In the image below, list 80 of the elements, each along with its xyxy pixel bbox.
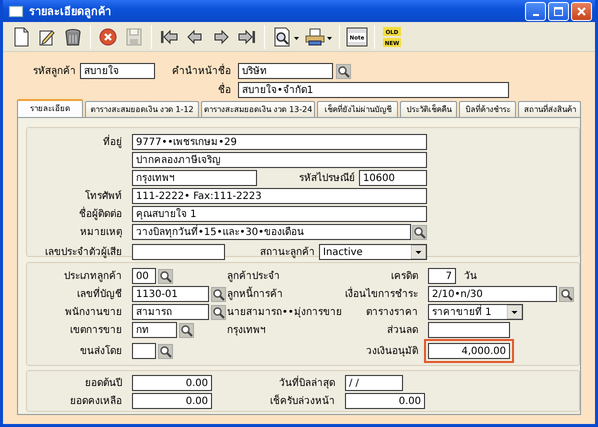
date-field[interactable]: / /	[345, 375, 403, 391]
field-label: ชื่อผู้ติดต่อ	[78, 208, 122, 220]
maximize-icon	[553, 6, 564, 16]
field-label: หมายเหตุ	[79, 226, 122, 238]
code-field[interactable]	[132, 343, 156, 359]
field-label: เขตการขาย	[69, 324, 122, 336]
tab[interactable]: บิลที่ค้างชำระ	[459, 101, 516, 117]
payment-terms-field[interactable]: 2/10•n/30	[428, 286, 557, 302]
search-icon[interactable]	[211, 286, 226, 302]
minimize-button[interactable]	[525, 2, 546, 20]
field-label: เลขประจำตัวผู้เสีย	[44, 246, 122, 258]
contact-field[interactable]: คุณสบายใจ 1	[132, 206, 427, 222]
prefix-field[interactable]: บริษัท	[238, 63, 333, 79]
credit-field[interactable]: 7	[428, 268, 456, 284]
field-label: วันที่บิลล่าสุด	[278, 376, 335, 390]
search-icon[interactable]	[158, 268, 173, 284]
tab[interactable]: ตารางสะสมยอดเงิน งวด 1-12	[85, 101, 199, 117]
tab[interactable]: สถานที่ส่งสินค้า	[518, 101, 582, 117]
tab[interactable]: ประวัติเช็คคืน	[400, 101, 458, 117]
printer-icon[interactable]	[304, 26, 326, 48]
cancel-icon[interactable]	[97, 26, 119, 48]
address-field[interactable]: กรุงเทพฯ	[132, 170, 257, 186]
search-icon[interactable]	[158, 344, 173, 358]
dropdown-arrow-icon[interactable]	[507, 305, 522, 319]
name-field[interactable]: สบายใจ•จำกัด1	[238, 82, 509, 98]
field-label: ชื่อ	[217, 84, 231, 96]
price-table-dropdown[interactable]: ราคาขายที่ 1	[428, 304, 523, 320]
discount-field[interactable]	[428, 322, 510, 338]
field-label: ส่วนลด	[386, 324, 418, 336]
search-icon[interactable]	[336, 64, 351, 78]
description-text: ลูกหนี้การค้า	[227, 288, 284, 300]
customer-code-field[interactable]: สบายใจ	[80, 63, 155, 79]
opening-balance-field[interactable]: 0.00	[132, 375, 212, 391]
field-label: รหัสไปรษณีย์	[298, 172, 355, 184]
code-field[interactable]: กท	[132, 322, 177, 338]
code-field[interactable]: สามารถ	[132, 304, 209, 320]
field-label: ที่อยู่	[102, 136, 122, 148]
tab[interactable]: ตารางสะสมยอดเงิน งวด 13-24	[201, 101, 316, 117]
tax-id-field[interactable]	[132, 244, 225, 260]
close-button[interactable]	[571, 2, 592, 20]
description-text: กรุงเทพฯ	[227, 324, 267, 336]
address-field[interactable]: ปากคลองภาษีเจริญ	[132, 152, 427, 168]
field-label: เช็ครับล่วงหน้า	[269, 394, 335, 408]
close-icon	[576, 6, 587, 16]
window-title: รายละเอียดลูกค้า	[29, 4, 112, 20]
minimize-icon	[532, 14, 538, 16]
field-label: เลขที่บัญชี	[76, 288, 122, 300]
unit-label: วัน	[464, 270, 477, 282]
field-label: พนักงานขาย	[64, 306, 122, 318]
field-label: ยอดคงเหลือ	[69, 394, 122, 408]
search-icon[interactable]	[559, 286, 574, 302]
address-field[interactable]: 9777••เพชรเกษม•29	[132, 134, 427, 150]
search-icon[interactable]	[179, 322, 194, 338]
description-text: ลูกค้าประจำ	[227, 270, 281, 282]
search-icon[interactable]	[412, 224, 427, 240]
search-icon[interactable]	[211, 304, 226, 320]
advance-cheque-field[interactable]: 0.00	[345, 393, 425, 409]
maximize-button[interactable]	[548, 2, 569, 20]
field-label: คำนำหน้าชื่อ	[171, 64, 231, 78]
field-label: รหัสลูกค้า	[32, 64, 76, 78]
phone-field[interactable]: 111-2222• Fax:111-2223	[132, 188, 427, 204]
tab[interactable]: เช็คที่ยังไม่ผ่านบัญชี	[317, 101, 398, 117]
field-label: ยอดต้นปี	[84, 376, 122, 390]
field-label: วงเงินอนุมัติ	[365, 344, 418, 358]
credit-limit-field[interactable]: 4,000.00	[428, 343, 510, 359]
field-label: เงื่อนไขการชำระ	[344, 288, 418, 300]
field-label: ประเภทลูกค้า	[63, 270, 122, 282]
status-dropdown[interactable]: Inactive	[319, 244, 427, 260]
tab[interactable]: รายละเอียด	[17, 99, 83, 117]
field-label: สถานะลูกค้า	[259, 246, 315, 258]
field-label: เครดิต	[390, 270, 418, 282]
note-field[interactable]: วางบิลทุกวันที่•15•และ•30•ของเดือน	[132, 224, 411, 240]
code-field[interactable]: 1130-01	[132, 286, 209, 302]
code-field[interactable]: 00	[132, 268, 156, 284]
window-icon	[9, 6, 23, 16]
dropdown-arrow-icon[interactable]	[411, 245, 426, 259]
field-label: โทรศัพท์	[84, 190, 122, 202]
postal-code-field[interactable]: 10600	[359, 170, 427, 186]
balance-field[interactable]: 0.00	[132, 393, 212, 409]
field-label: ขนส่งโดย	[79, 344, 122, 358]
